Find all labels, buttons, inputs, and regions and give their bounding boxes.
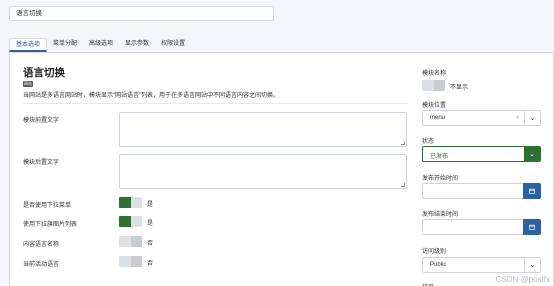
show-title-label: 模块名称 (422, 71, 447, 77)
fullnames-toggle-state: 否 (147, 241, 154, 247)
divider (23, 103, 408, 104)
dropdown-toggle-state: 是 (147, 202, 154, 208)
tab-display-params[interactable]: 显示参数 (119, 38, 155, 52)
access-select[interactable]: Public ⌄ (422, 257, 541, 273)
publish-up-label: 发布开始时间 (422, 176, 459, 182)
chevron-down-icon[interactable]: ⌄ (524, 147, 540, 161)
dropdown-label: 是否使用下拉菜单 (23, 203, 72, 209)
flag-images-label: 使用下拉旗图片列表 (23, 222, 78, 228)
tab-permissions[interactable]: 权限设置 (155, 38, 191, 52)
pre-text-label: 模块前置文字 (23, 118, 60, 124)
site-badge: 网站 (23, 81, 33, 87)
resize-handle-icon[interactable] (401, 183, 405, 187)
publish-up-field[interactable] (422, 183, 541, 199)
chevron-down-icon[interactable]: ⌄ (524, 258, 540, 272)
tab-basic-options[interactable]: 基本选项 (9, 38, 48, 52)
status-label: 状态 (422, 139, 435, 145)
tab-bar: 基本选项 菜单分配 高级选项 显示参数 权限设置 (9, 38, 191, 52)
active-language-label: 当前活动语言 (23, 262, 60, 268)
page-title: 语言切换 (23, 67, 65, 79)
pre-text-textarea[interactable] (119, 112, 407, 147)
publish-down-field[interactable] (422, 219, 541, 235)
post-text-textarea[interactable] (119, 154, 407, 189)
flag-images-toggle-state: 是 (147, 221, 154, 227)
order-label: 排序 (422, 282, 434, 286)
fullnames-toggle[interactable] (119, 236, 142, 247)
tab-menu-assignment[interactable]: 菜单分配 (47, 38, 83, 52)
position-select[interactable]: menu × ⌄ (422, 110, 541, 126)
access-value: Public (430, 262, 447, 268)
post-text-label: 模块后置文字 (23, 160, 60, 166)
show-title-toggle[interactable] (422, 80, 445, 91)
module-title-input[interactable]: 语言切换 (9, 6, 274, 21)
module-description: 当网站是多语言网站时，模块显示“网站语言”列表，用于在多语言网站中不同语言内容之… (23, 93, 279, 99)
calendar-icon[interactable] (523, 219, 541, 235)
chevron-down-icon[interactable]: ⌄ (524, 111, 540, 125)
publish-down-label: 发布结束时间 (422, 212, 459, 218)
calendar-icon[interactable] (523, 183, 541, 199)
status-value: 已发布 (430, 154, 449, 160)
dropdown-toggle[interactable] (119, 197, 142, 208)
clear-icon[interactable]: × (516, 115, 519, 121)
watermark: CSDN @postfx (495, 275, 550, 284)
position-value: menu (430, 115, 446, 121)
fullnames-label: 内容语言名称 (23, 242, 60, 248)
flag-images-toggle[interactable] (119, 216, 142, 227)
show-title-toggle-state: 不显示 (450, 85, 469, 91)
active-language-toggle[interactable] (119, 256, 142, 267)
access-label: 访问级别 (422, 249, 447, 255)
settings-panel: 语言切换 网站 当网站是多语言网站时，模块显示“网站语言”列表，用于在多语言网站… (9, 52, 554, 286)
status-select[interactable]: 已发布 ⌄ (422, 146, 541, 162)
position-label: 模块位置 (422, 103, 447, 109)
resize-handle-icon[interactable] (401, 141, 405, 145)
tab-advanced-options[interactable]: 高级选项 (83, 38, 119, 52)
active-language-toggle-state: 否 (147, 261, 154, 267)
